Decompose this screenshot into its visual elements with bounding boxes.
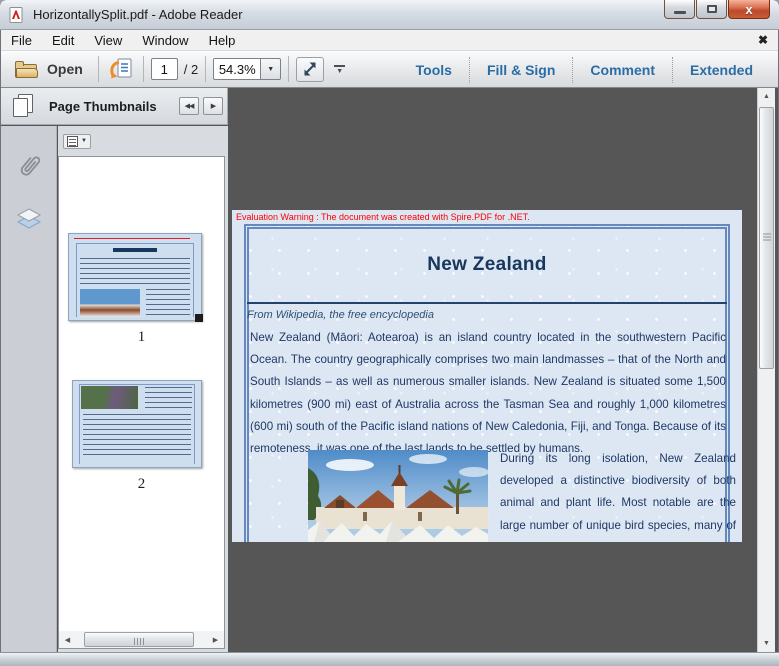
- share-document-icon: [108, 57, 134, 81]
- navigation-rail: [1, 126, 57, 652]
- fit-window-icon: [302, 61, 318, 77]
- window-title: HorizontallySplit.pdf - Adobe Reader: [33, 7, 243, 22]
- document-view-area[interactable]: Evaluation Warning : The document was cr…: [229, 88, 757, 652]
- thumbnails-panel-header: Page Thumbnails ◀◀ ▶: [1, 88, 228, 125]
- thumbnails-panel-title: Page Thumbnails: [49, 99, 179, 114]
- chevron-down-icon: ▼: [267, 66, 274, 73]
- extended-pane-button[interactable]: Extended: [673, 62, 770, 78]
- chevron-down-icon: ▼: [336, 69, 343, 74]
- pdf-page-1: Evaluation Warning : The document was cr…: [232, 210, 742, 542]
- scrollbar-track[interactable]: [76, 631, 207, 648]
- menu-view[interactable]: View: [84, 30, 132, 51]
- page-view-handle[interactable]: [195, 314, 203, 322]
- chevron-down-icon: ▼: [81, 138, 87, 144]
- layers-panel-button[interactable]: [1, 206, 57, 232]
- page-number-input[interactable]: [151, 58, 178, 80]
- overflow-bar-icon: [334, 65, 345, 67]
- menu-file[interactable]: File: [1, 30, 42, 51]
- close-document-icon[interactable]: ✖: [758, 33, 768, 47]
- title-bar[interactable]: HorizontallySplit.pdf - Adobe Reader x: [0, 0, 779, 30]
- evaluation-warning: Evaluation Warning : The document was cr…: [236, 212, 530, 222]
- paperclip-icon: [17, 150, 41, 182]
- menu-edit[interactable]: Edit: [42, 30, 84, 51]
- open-button-label: Open: [47, 61, 83, 77]
- toolbar-overflow-button[interactable]: ▼: [334, 65, 345, 74]
- menu-help[interactable]: Help: [199, 30, 246, 51]
- adobe-reader-window: HorizontallySplit.pdf - Adobe Reader x F…: [0, 0, 779, 666]
- article-subtitle: From Wikipedia, the free encyclopedia: [247, 309, 434, 321]
- article-paragraph-2: During its long isolation, New Zealand d…: [500, 448, 736, 542]
- scroll-up-icon[interactable]: ▲: [758, 88, 775, 105]
- toolbar-separator: [205, 56, 206, 82]
- fill-sign-pane-button[interactable]: Fill & Sign: [470, 62, 572, 78]
- list-options-icon: [67, 136, 78, 147]
- thumbnails-horizontal-scrollbar[interactable]: ◀ ▶: [59, 631, 224, 648]
- zoom-value-field[interactable]: 54.3%: [213, 58, 261, 80]
- page-thumbnails-icon: [13, 94, 35, 118]
- scrollbar-thumb[interactable]: [759, 107, 774, 369]
- fit-window-button[interactable]: [296, 57, 324, 82]
- toolbar-separator: [143, 56, 144, 82]
- expand-panel-button[interactable]: ▶: [203, 97, 223, 115]
- share-document-button[interactable]: [106, 55, 136, 83]
- menu-window[interactable]: Window: [132, 30, 198, 51]
- open-button[interactable]: Open: [7, 58, 91, 81]
- thumbnail-1-label: 1: [59, 329, 224, 346]
- thumbnail-2-label: 2: [59, 476, 224, 493]
- tools-pane-button[interactable]: Tools: [399, 62, 469, 78]
- toolbar: Open / 2 54.3% ▼: [1, 51, 778, 88]
- window-frame-left: [0, 30, 1, 666]
- attachments-panel-button[interactable]: [1, 150, 57, 182]
- close-button[interactable]: x: [728, 0, 770, 19]
- thumbnails-options-bar: ▼: [58, 126, 228, 156]
- thumbnail-page-2[interactable]: [72, 380, 202, 468]
- double-left-arrow-icon: ◀◀: [185, 102, 194, 110]
- article-title: New Zealand: [232, 254, 742, 276]
- thumbnail-page-1[interactable]: [68, 233, 202, 321]
- scroll-down-icon[interactable]: ▼: [758, 635, 775, 652]
- comment-pane-button[interactable]: Comment: [573, 62, 672, 78]
- maximize-icon: [707, 5, 717, 13]
- menu-bar: File Edit View Window Help ✖: [1, 30, 778, 51]
- scroll-right-icon[interactable]: ▶: [207, 631, 224, 648]
- document-vertical-scrollbar[interactable]: ▲ ▼: [757, 88, 775, 652]
- folder-icon: [15, 61, 39, 78]
- minimize-button[interactable]: [664, 0, 695, 19]
- thumbnail-options-button[interactable]: ▼: [63, 134, 91, 149]
- minimize-icon: [674, 11, 686, 14]
- rotorua-museum-photo: [308, 450, 488, 542]
- maximize-button[interactable]: [696, 0, 727, 19]
- thumbnails-panel: ▼ 1 2 ◀: [58, 126, 228, 652]
- toolbar-separator: [98, 56, 99, 82]
- thumbnails-list: 1 2: [58, 156, 225, 649]
- right-arrow-icon: ▶: [211, 102, 215, 110]
- scroll-left-icon[interactable]: ◀: [59, 631, 76, 648]
- zoom-dropdown-button[interactable]: ▼: [261, 58, 281, 80]
- collapse-panel-button[interactable]: ◀◀: [179, 97, 199, 115]
- page-total-label: / 2: [184, 62, 198, 77]
- scrollbar-thumb[interactable]: [84, 632, 194, 647]
- title-rule: [247, 302, 727, 304]
- layers-icon: [15, 206, 43, 232]
- article-paragraph-1: New Zealand (Māori: Aotearoa) is an isla…: [250, 327, 726, 460]
- window-frame-bottom: [0, 652, 779, 666]
- close-icon: x: [745, 2, 752, 17]
- toolbar-separator: [288, 56, 289, 82]
- pdf-file-icon: [9, 7, 25, 23]
